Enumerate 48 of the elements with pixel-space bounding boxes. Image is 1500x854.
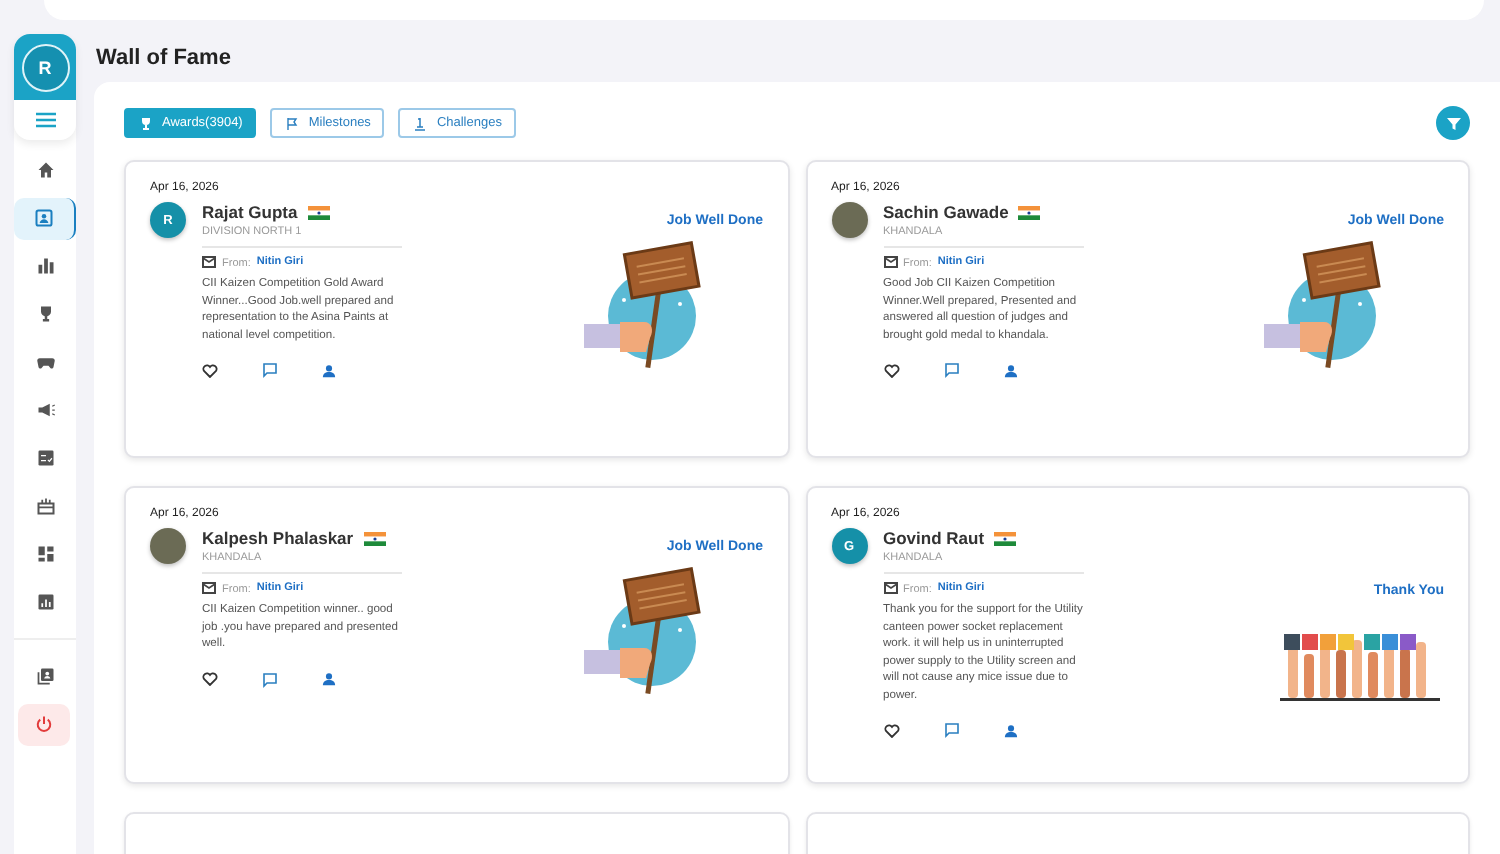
gamepad-icon: [35, 352, 55, 372]
filter-button[interactable]: [1436, 106, 1470, 140]
flag-icon: [363, 531, 386, 545]
mail-icon: [202, 256, 216, 268]
filter-icon: [1445, 115, 1461, 131]
mail-icon: [202, 582, 216, 594]
logout-button[interactable]: [18, 703, 70, 745]
comment-icon[interactable]: [262, 362, 278, 378]
podium-icon: [412, 115, 429, 131]
trophy-icon: [35, 304, 55, 324]
profile-avatar[interactable]: R: [21, 43, 69, 91]
employee-name[interactable]: Rajat Gupta: [202, 202, 298, 222]
page-title: Wall of Fame: [96, 46, 233, 70]
comment-icon[interactable]: [943, 362, 959, 378]
megaphone-icon: [35, 400, 55, 420]
trophy-icon: [138, 115, 154, 131]
report-chart-icon: [35, 592, 55, 612]
menu-icon[interactable]: [35, 112, 55, 128]
dashboard-icon: [35, 544, 55, 564]
heart-icon[interactable]: [883, 363, 899, 377]
employee-name[interactable]: Kalpesh Phalaskar: [202, 528, 354, 548]
comment-icon[interactable]: [943, 722, 959, 738]
employee-name[interactable]: Govind Raut: [883, 528, 985, 548]
power-icon: [34, 714, 54, 734]
person-icon[interactable]: [1003, 723, 1017, 737]
mail-icon: [883, 256, 897, 268]
heart-icon[interactable]: [883, 723, 899, 737]
checklist-icon: [35, 448, 55, 468]
directory-icon: [35, 666, 55, 686]
person-icon[interactable]: [1003, 363, 1017, 377]
person-icon[interactable]: [322, 363, 336, 377]
photo-placeholder: [831, 202, 867, 238]
bar-chart-icon: [35, 256, 55, 276]
heart-icon[interactable]: [202, 672, 218, 686]
gift-box-icon: [35, 496, 55, 516]
contact-card-nav-item[interactable]: [14, 197, 76, 239]
flag-icon: [1018, 205, 1041, 219]
flag-icon: [307, 205, 330, 219]
home-icon: [35, 160, 55, 180]
person-icon[interactable]: [322, 672, 336, 686]
comment-icon[interactable]: [262, 671, 278, 687]
mail-icon: [883, 582, 897, 594]
photo-placeholder: [150, 528, 186, 564]
flag-icon: [994, 531, 1017, 545]
employee-name[interactable]: Sachin Gawade: [883, 202, 1009, 222]
contact-card-icon: [34, 208, 54, 228]
flag-icon: [284, 115, 301, 131]
heart-icon[interactable]: [202, 363, 218, 377]
